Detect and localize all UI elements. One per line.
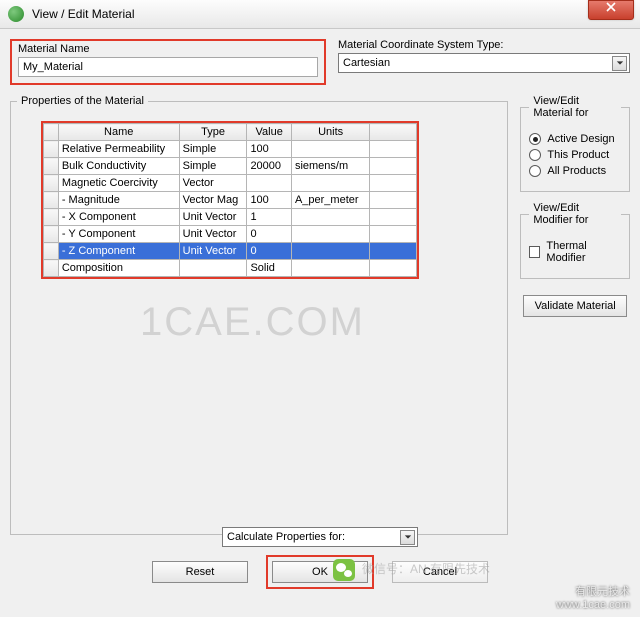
material-name-label: Material Name: [18, 43, 318, 55]
cell-units[interactable]: [291, 141, 369, 158]
cell-type[interactable]: Unit Vector: [179, 209, 247, 226]
cell-name[interactable]: Relative Permeability: [58, 141, 179, 158]
cell-value[interactable]: 0: [247, 226, 292, 243]
chevron-down-icon: [400, 530, 415, 545]
material-name-group: Material Name: [10, 39, 326, 85]
cell-value[interactable]: 1: [247, 209, 292, 226]
cell-type[interactable]: Unit Vector: [179, 226, 247, 243]
table-row[interactable]: - Z ComponentUnit Vector0: [44, 243, 417, 260]
validate-button[interactable]: Validate Material: [523, 295, 627, 317]
cell-units[interactable]: [291, 226, 369, 243]
chevron-down-icon: [612, 56, 627, 71]
coord-system-label: Material Coordinate System Type:: [338, 39, 630, 51]
coord-system-group: Material Coordinate System Type: Cartesi…: [338, 39, 630, 73]
thermal-modifier-checkbox[interactable]: [529, 246, 540, 258]
cell-name[interactable]: - Magnitude: [58, 192, 179, 209]
cell-type[interactable]: Vector Mag: [179, 192, 247, 209]
cell-units[interactable]: [291, 260, 369, 277]
modifier-for-fieldset: View/Edit Modifier for Thermal Modifier: [520, 202, 630, 279]
cell-units[interactable]: [291, 243, 369, 260]
view-for-option[interactable]: All Products: [529, 165, 621, 177]
bottom-bar: Calculate Properties for: Reset OK Cance…: [0, 527, 640, 589]
table-row[interactable]: - X ComponentUnit Vector1: [44, 209, 417, 226]
thermal-modifier-label: Thermal Modifier: [546, 240, 621, 264]
modifier-for-legend: View/Edit Modifier for: [529, 202, 621, 226]
cell-type[interactable]: Simple: [179, 158, 247, 175]
titlebar: View / Edit Material: [0, 0, 640, 29]
cell-value[interactable]: Solid: [247, 260, 292, 277]
cell-name[interactable]: - Y Component: [58, 226, 179, 243]
properties-legend: Properties of the Material: [17, 95, 148, 107]
calculate-properties-dropdown[interactable]: Calculate Properties for:: [222, 527, 418, 547]
cell-value[interactable]: 0: [247, 243, 292, 260]
table-row[interactable]: Relative PermeabilitySimple100: [44, 141, 417, 158]
view-for-option[interactable]: This Product: [529, 149, 621, 161]
material-name-input[interactable]: [18, 57, 318, 77]
cell-type[interactable]: [179, 260, 247, 277]
col-name[interactable]: Name: [58, 124, 179, 141]
ok-button[interactable]: OK: [272, 561, 368, 583]
table-header-row: Name Type Value Units: [44, 124, 417, 141]
cell-value[interactable]: 100: [247, 192, 292, 209]
reset-button[interactable]: Reset: [152, 561, 248, 583]
app-icon: [8, 6, 24, 22]
cell-units[interactable]: A_per_meter: [291, 192, 369, 209]
cell-value[interactable]: 20000: [247, 158, 292, 175]
cell-name[interactable]: Composition: [58, 260, 179, 277]
view-for-fieldset: View/Edit Material for Active Design This…: [520, 95, 630, 192]
table-row[interactable]: - MagnitudeVector Mag100A_per_meter: [44, 192, 417, 209]
view-for-option[interactable]: Active Design: [529, 133, 621, 145]
calc-label: Calculate Properties for:: [227, 531, 345, 543]
cell-value[interactable]: 100: [247, 141, 292, 158]
cell-type[interactable]: Vector: [179, 175, 247, 192]
cell-units[interactable]: siemens/m: [291, 158, 369, 175]
radio-label: This Product: [547, 149, 609, 161]
properties-table[interactable]: Name Type Value Units Relative Permeabil…: [43, 123, 417, 277]
table-row[interactable]: Composition Solid: [44, 260, 417, 277]
properties-table-highlight: Name Type Value Units Relative Permeabil…: [41, 121, 419, 279]
radio-label: All Products: [547, 165, 606, 177]
view-for-legend: View/Edit Material for: [529, 95, 621, 119]
col-value[interactable]: Value: [247, 124, 292, 141]
cell-type[interactable]: Simple: [179, 141, 247, 158]
table-row[interactable]: - Y ComponentUnit Vector0: [44, 226, 417, 243]
coord-system-value: Cartesian: [343, 57, 390, 69]
window-title: View / Edit Material: [32, 7, 588, 21]
cell-name[interactable]: - Z Component: [58, 243, 179, 260]
cell-value[interactable]: [247, 175, 292, 192]
properties-fieldset: Properties of the Material Name Type Val…: [10, 95, 508, 535]
radio-icon[interactable]: [529, 165, 541, 177]
col-units[interactable]: Units: [291, 124, 369, 141]
cell-name[interactable]: Magnetic Coercivity: [58, 175, 179, 192]
cell-units[interactable]: [291, 209, 369, 226]
ok-button-highlight: OK: [266, 555, 374, 589]
thermal-modifier-row[interactable]: Thermal Modifier: [529, 240, 621, 264]
radio-icon[interactable]: [529, 133, 541, 145]
radio-icon[interactable]: [529, 149, 541, 161]
cancel-button[interactable]: Cancel: [392, 561, 488, 583]
cell-type[interactable]: Unit Vector: [179, 243, 247, 260]
table-row[interactable]: Bulk ConductivitySimple20000siemens/m: [44, 158, 417, 175]
cell-name[interactable]: - X Component: [58, 209, 179, 226]
radio-label: Active Design: [547, 133, 614, 145]
coord-system-dropdown[interactable]: Cartesian: [338, 53, 630, 73]
col-type[interactable]: Type: [179, 124, 247, 141]
cell-units[interactable]: [291, 175, 369, 192]
cell-name[interactable]: Bulk Conductivity: [58, 158, 179, 175]
close-button[interactable]: [588, 0, 634, 20]
table-row[interactable]: Magnetic CoercivityVector: [44, 175, 417, 192]
